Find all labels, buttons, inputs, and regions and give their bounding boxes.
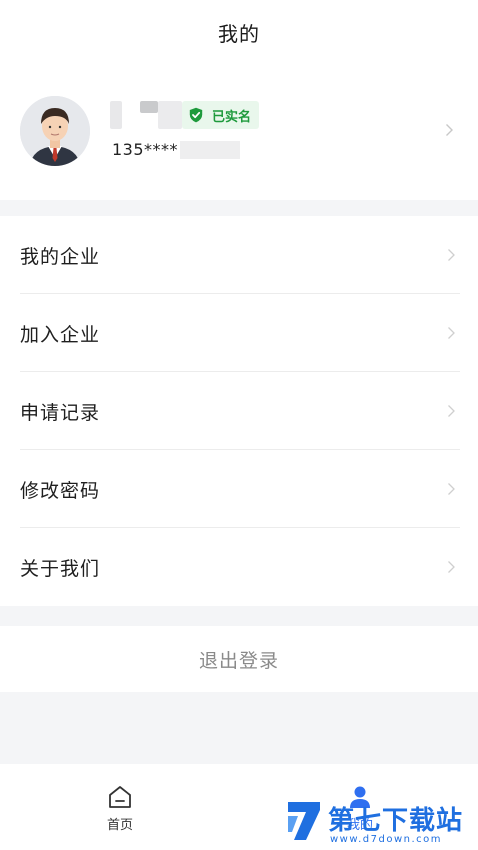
verified-label: 已实名 [212,109,252,125]
watermark-url: www.d7down.com [330,834,443,845]
tab-home-label: 首页 [106,818,133,833]
verified-badge: 已实名 [182,101,260,129]
watermark-logo [288,802,320,840]
menu-item-label: 加入企业 [20,323,101,346]
shield-check-icon [189,107,203,123]
menu-item-about-us[interactable]: 关于我们 [0,528,478,606]
chevron-right-icon [448,483,455,495]
chevron-right-icon [446,124,453,136]
name-redaction [158,101,182,129]
menu-item-label: 修改密码 [20,479,101,502]
watermark-brand: 第七下载站 [328,806,464,836]
name-redaction [140,101,158,113]
phone-redaction [180,140,241,159]
header: 我的 [0,0,478,64]
chevron-right-icon [448,405,455,417]
menu-item-label: 我的企业 [20,245,101,268]
chevron-right-icon [448,561,455,573]
menu-item-my-enterprise[interactable]: 我的企业 [0,216,478,294]
avatar[interactable] [20,96,90,166]
menu-item-label: 关于我们 [20,557,101,580]
chevron-right-icon [448,249,455,261]
user-name-row: 已实名 [110,100,260,130]
name-redaction [110,101,122,129]
logout-label: 退出登录 [198,649,279,672]
logout-button[interactable]: 退出登录 [0,626,478,692]
menu-list: 我的企业 加入企业 申请记录 修改密码 关于我们 [0,216,478,606]
watermark: 第七下载站 www.d7down.com [280,796,478,850]
profile-card[interactable]: 已实名 135**** [0,64,478,200]
chevron-right-icon [448,327,455,339]
phone-number: 135**** [112,140,179,159]
menu-item-label: 申请记录 [20,401,101,424]
avatar-illustration [20,96,90,166]
phone-row: 135**** [112,140,241,159]
tab-home[interactable]: 首页 [80,784,160,833]
home-icon [109,786,131,808]
menu-item-join-enterprise[interactable]: 加入企业 [0,294,478,372]
menu-item-application-records[interactable]: 申请记录 [0,372,478,450]
page-title: 我的 [218,21,260,46]
menu-item-change-password[interactable]: 修改密码 [0,450,478,528]
